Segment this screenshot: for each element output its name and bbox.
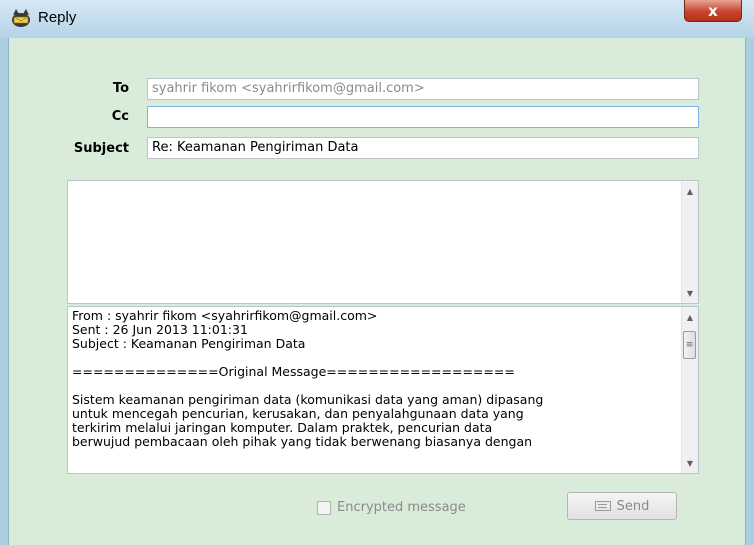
encrypted-checkbox[interactable] <box>317 500 331 515</box>
close-icon: x <box>708 1 718 20</box>
scroll-down-icon[interactable]: ▼ <box>682 285 698 301</box>
cc-label: Cc <box>111 109 129 124</box>
title-bar[interactable]: Reply x <box>0 0 754 38</box>
encrypted-option[interactable]: Encrypted message <box>317 500 466 515</box>
keyboard-send-icon <box>594 501 611 511</box>
quoted-line: terkirim melalui jaringan komputer. Dala… <box>72 420 493 435</box>
scroll-up-icon[interactable]: ▲ <box>682 309 698 325</box>
app-icon <box>12 9 30 27</box>
subject-label: Subject <box>73 141 129 156</box>
client-area: To syahrir fikom <syahrirfikom@gmail.com… <box>8 38 746 545</box>
to-label: To <box>112 81 129 96</box>
send-button[interactable]: Send <box>567 492 677 520</box>
to-field[interactable]: syahrir fikom <syahrirfikom@gmail.com> <box>147 78 699 100</box>
quoted-message-box[interactable]: From : syahrir fikom <syahrirfikom@gmail… <box>67 306 699 474</box>
scroll-thumb[interactable]: ≡ <box>683 331 696 359</box>
quoted-message-text: From : syahrir fikom <syahrirfikom@gmail… <box>72 309 678 449</box>
quoted-line: Sistem keamanan pengiriman data (komunik… <box>72 392 544 407</box>
quoted-scrollbar[interactable]: ▲ ≡ ▼ <box>681 307 698 473</box>
quoted-subject: Subject : Keamanan Pengiriman Data <box>72 336 306 351</box>
quoted-sent: Sent : 26 Jun 2013 11:01:31 <box>72 322 248 337</box>
body-scrollbar[interactable]: ▲ ▼ <box>681 181 698 303</box>
cc-field[interactable] <box>147 106 699 128</box>
send-label: Send <box>616 498 650 514</box>
reply-window: Reply x To syahrir fikom <syahrirfikom@g… <box>0 0 754 545</box>
quoted-from: From : syahrir fikom <syahrirfikom@gmail… <box>72 309 378 323</box>
scroll-down-icon[interactable]: ▼ <box>682 455 698 471</box>
encrypted-label: Encrypted message <box>337 500 466 515</box>
quoted-separator: ==============Original Message==========… <box>72 364 515 379</box>
quoted-line: untuk mencegah pencurian, kerusakan, dan… <box>72 406 524 421</box>
close-button[interactable]: x <box>684 0 742 22</box>
subject-field[interactable]: Re: Keamanan Pengiriman Data <box>147 137 699 159</box>
scroll-up-icon[interactable]: ▲ <box>682 183 698 199</box>
window-title: Reply <box>38 9 77 26</box>
message-body-input[interactable]: ▲ ▼ <box>67 180 699 304</box>
quoted-line: berwujud pembacaan oleh pihak yang tidak… <box>72 434 533 449</box>
